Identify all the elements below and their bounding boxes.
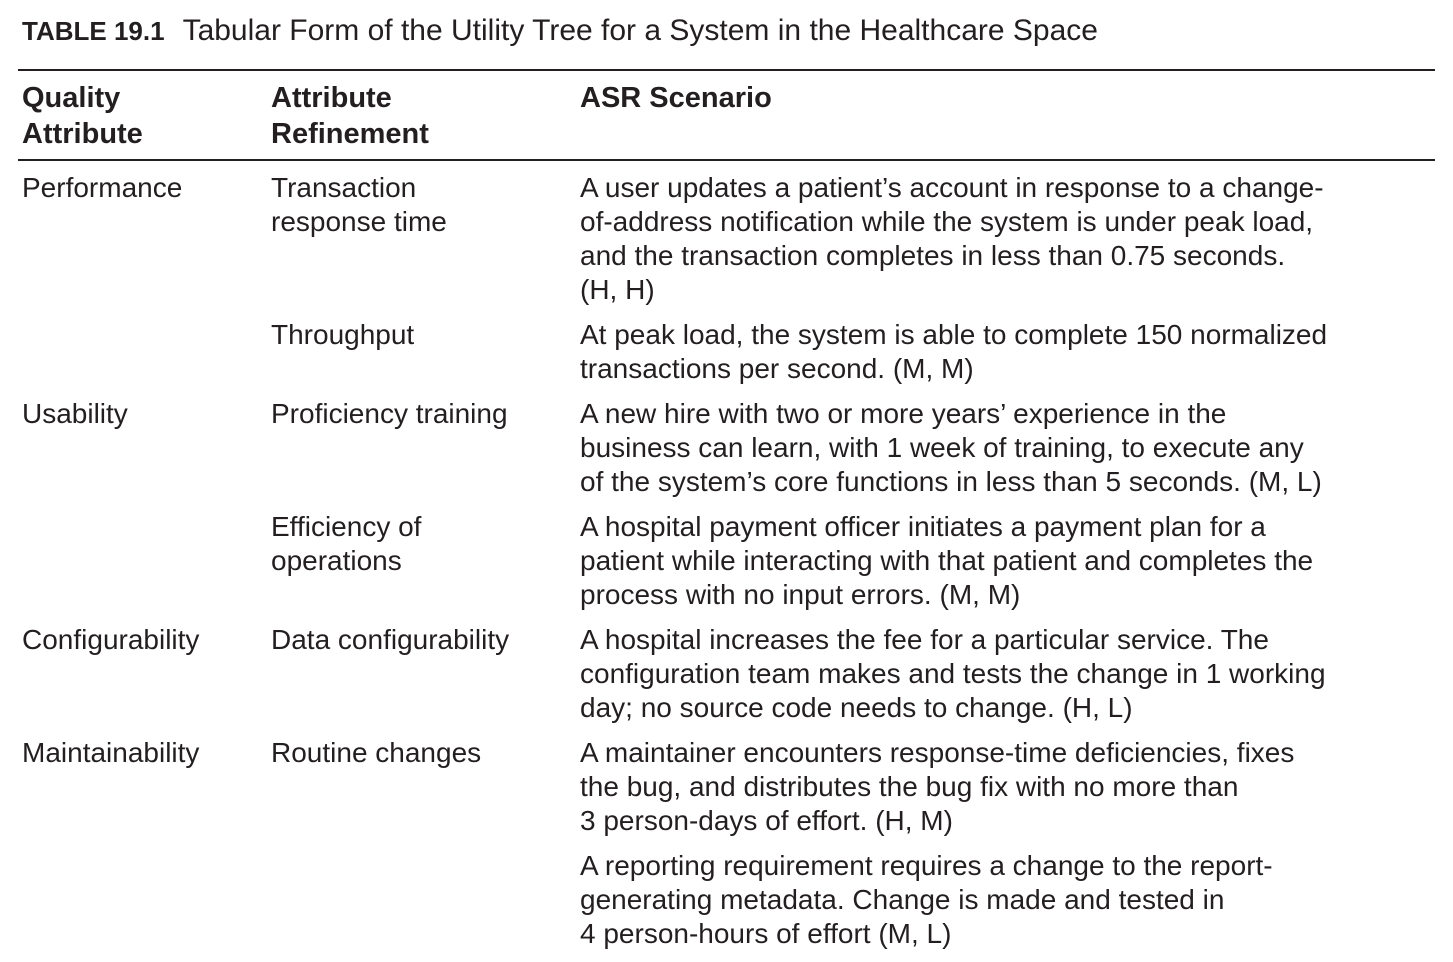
table-body: Performance Transaction response time A … xyxy=(0,171,1453,962)
table-row: Usability Proficiency training A new hir… xyxy=(0,397,1453,510)
table-row: Throughput At peak load, the system is a… xyxy=(0,318,1453,397)
table-number: TABLE 19.1 xyxy=(22,16,165,46)
table-caption: TABLE 19.1 Tabular Form of the Utility Tr… xyxy=(22,14,1098,48)
quality-attribute-cell: Configurability xyxy=(22,624,200,655)
scenario-cell: A new hire with two or more years’ exper… xyxy=(580,398,1322,497)
header-attribute-refinement: Attribute Refinement xyxy=(271,82,429,150)
refinement-cell: Proficiency training xyxy=(271,398,508,429)
table-row: Performance Transaction response time A … xyxy=(0,171,1453,318)
refinement-cell: Efficiency of operations xyxy=(271,511,422,576)
top-rule xyxy=(18,69,1435,71)
refinement-cell: Data configurability xyxy=(271,624,510,655)
table-row: Efficiency of operations A hospital paym… xyxy=(0,510,1453,623)
scenario-cell: At peak load, the system is able to comp… xyxy=(580,319,1328,384)
header-rule xyxy=(18,159,1435,161)
table-row: Maintainability Routine changes A mainta… xyxy=(0,736,1453,849)
header-asr-scenario: ASR Scenario xyxy=(580,82,772,114)
scenario-cell: A hospital payment officer initiates a p… xyxy=(580,511,1314,610)
table-row: A reporting requirement requires a chang… xyxy=(0,849,1453,962)
scenario-cell: A maintainer encounters response-time de… xyxy=(580,737,1295,836)
table-title: Tabular Form of the Utility Tree for a S… xyxy=(182,14,1098,47)
header-quality-attribute: Quality Attribute xyxy=(22,82,143,150)
scenario-cell: A hospital increases the fee for a parti… xyxy=(580,624,1326,723)
quality-attribute-cell: Performance xyxy=(22,172,183,203)
table-row: Configurability Data configurability A h… xyxy=(0,623,1453,736)
refinement-cell: Routine changes xyxy=(271,737,482,768)
scenario-cell: A reporting requirement requires a chang… xyxy=(580,850,1273,949)
refinement-cell: Transaction response time xyxy=(271,172,447,237)
refinement-cell: Throughput xyxy=(271,319,415,350)
scenario-cell: A user updates a patient’s account in re… xyxy=(580,172,1324,305)
quality-attribute-cell: Maintainability xyxy=(22,737,200,768)
quality-attribute-cell: Usability xyxy=(22,398,128,429)
